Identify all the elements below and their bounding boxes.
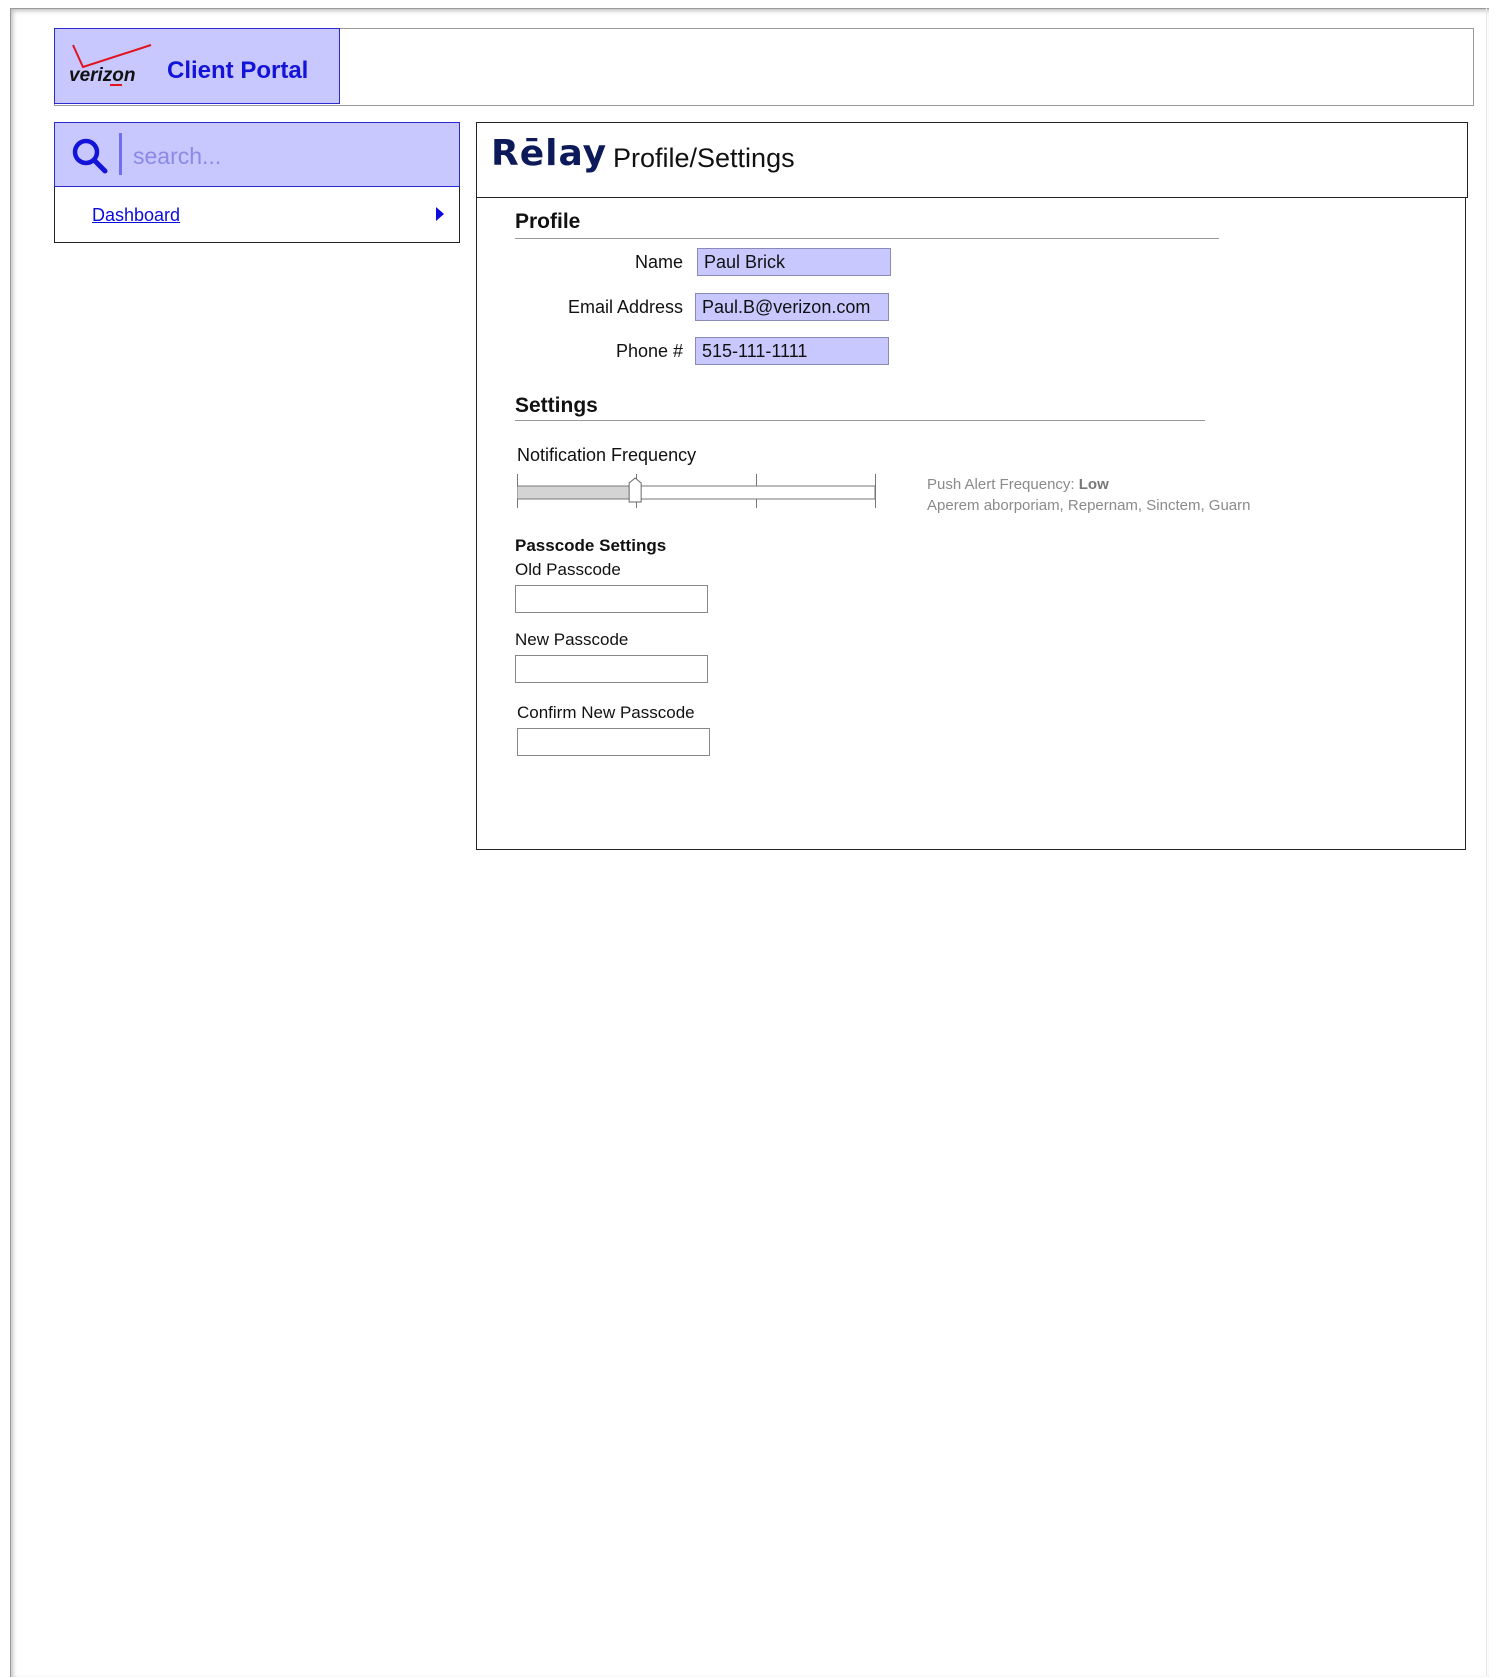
settings-divider	[515, 420, 1205, 421]
sidebar-item-dashboard[interactable]: Dashboard	[92, 205, 180, 226]
phone-label: Phone #	[615, 341, 683, 361]
svg-text:verizon: verizon	[69, 65, 136, 86]
page-title: Profile/Settings	[613, 143, 795, 173]
chevron-right-icon[interactable]	[435, 206, 445, 222]
confirm-passcode-label: Confirm New Passcode	[517, 703, 695, 722]
new-passcode-label: New Passcode	[515, 630, 629, 649]
page-frame-edge	[1486, 8, 1487, 1676]
app-title: Client Portal	[167, 57, 309, 84]
main-panel: Profile Name Email Address Phone # Setti…	[476, 198, 1466, 850]
phone-field[interactable]	[695, 337, 889, 365]
search-box[interactable]	[54, 122, 460, 187]
brand-box[interactable]: verizon Client Portal	[54, 28, 340, 104]
slider-thumb[interactable]	[628, 477, 642, 503]
notification-frequency-slider[interactable]	[517, 472, 877, 512]
new-passcode-field[interactable]	[515, 655, 708, 683]
name-field[interactable]	[697, 248, 891, 276]
old-passcode-label: Old Passcode	[515, 560, 621, 579]
push-alert-hint-detail: Aperem aborporiam, Repernam, Sinctem, Gu…	[927, 497, 1251, 514]
main-header: Rēlay Profile/Settings	[476, 122, 1468, 198]
search-input[interactable]	[131, 135, 445, 177]
notification-frequency-label: Notification Frequency	[517, 445, 697, 465]
verizon-logo: verizon	[69, 44, 152, 86]
name-label: Name	[634, 252, 683, 272]
passcode-settings-title: Passcode Settings	[515, 536, 667, 555]
old-passcode-field[interactable]	[515, 585, 708, 613]
profile-divider	[515, 238, 1219, 239]
relay-logo: Rēlay	[491, 133, 608, 174]
email-field[interactable]	[695, 293, 889, 321]
confirm-passcode-field[interactable]	[517, 728, 710, 756]
sidebar-nav: Dashboard	[54, 187, 460, 243]
search-icon[interactable]	[71, 137, 109, 175]
email-label: Email Address	[567, 297, 683, 317]
push-alert-hint: Push Alert Frequency: Low	[927, 476, 1109, 493]
settings-section-title: Settings	[515, 394, 598, 417]
push-alert-hint-prefix: Push Alert Frequency:	[927, 476, 1075, 493]
slider-fill	[517, 485, 636, 500]
push-alert-hint-value: Low	[1078, 476, 1109, 493]
profile-section-title: Profile	[515, 210, 581, 233]
search-cursor	[119, 133, 122, 175]
